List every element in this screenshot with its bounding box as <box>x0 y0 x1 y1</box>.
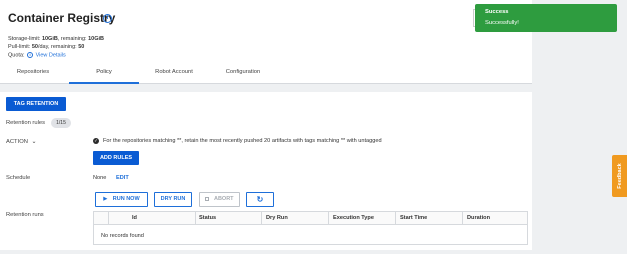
empty-state: No records found <box>101 233 144 239</box>
schedule-label: Schedule <box>6 175 31 181</box>
add-rules-button[interactable]: ADD RULES <box>93 151 139 165</box>
dry-run-button[interactable]: DRY RUN <box>154 192 192 207</box>
schedule-edit-link[interactable]: EDIT <box>116 175 129 181</box>
retention-rules-count: 1/15 <box>51 118 71 128</box>
toast-title: Success <box>485 9 509 15</box>
abort-button[interactable]: ABORT <box>199 192 240 207</box>
view-details-link[interactable]: View Details <box>36 52 66 58</box>
column-separator <box>395 212 396 224</box>
retention-runs-table: Id Status Dry Run Execution Type Start T… <box>93 211 528 245</box>
tag-retention-button[interactable]: TAG RETENTION <box>6 97 66 111</box>
pull-limit: Pull-limit: 50/day, remaining: 50 <box>8 44 85 50</box>
column-separator <box>108 212 109 224</box>
toast-message: Successfully! <box>485 20 519 26</box>
chevron-down-icon: ⌄ <box>31 139 37 145</box>
info-icon[interactable]: i <box>103 14 112 23</box>
column-separator <box>195 212 196 224</box>
page-title: Container Registry <box>8 11 116 25</box>
schedule-value: None <box>93 175 107 181</box>
column-id[interactable]: Id <box>132 215 137 221</box>
tab-robot-account[interactable]: Robot Account <box>150 69 198 84</box>
table-header: Id Status Dry Run Execution Type Start T… <box>94 212 527 225</box>
column-start-time[interactable]: Start Time <box>400 215 427 221</box>
tab-bar: Repositories Policy Robot Account Config… <box>0 65 532 84</box>
retention-rules-label: Retention rules <box>6 120 45 126</box>
retention-rule-text: For the repositories matching **, retain… <box>103 138 382 144</box>
tab-policy[interactable]: Policy <box>69 69 139 84</box>
success-toast[interactable]: Success Successfully! <box>475 4 617 32</box>
column-execution-type[interactable]: Execution Type <box>333 215 374 221</box>
column-separator <box>328 212 329 224</box>
tab-configuration[interactable]: Configuration <box>218 69 268 84</box>
column-dry-run[interactable]: Dry Run <box>266 215 288 221</box>
quota: Quota: i View Details <box>8 52 66 59</box>
stop-icon <box>205 196 210 201</box>
refresh-icon: ↻ <box>256 195 264 204</box>
column-separator <box>261 212 262 224</box>
check-circle-icon: ✓ <box>93 138 99 144</box>
run-now-button[interactable]: ▶ RUN NOW <box>95 192 148 207</box>
feedback-label: Feedback <box>616 163 623 189</box>
storage-limit: Storage-limit: 10GiB, remaining: 10GiB <box>8 36 105 42</box>
column-duration[interactable]: Duration <box>467 215 490 221</box>
quota-info-icon: i <box>27 52 34 58</box>
column-status[interactable]: Status <box>199 215 216 221</box>
retention-runs-label: Retention runs <box>6 212 44 218</box>
column-separator <box>462 212 463 224</box>
action-dropdown[interactable]: ACTION ⌄ <box>6 138 37 145</box>
refresh-button[interactable]: ↻ <box>246 192 274 207</box>
feedback-tab[interactable]: Feedback <box>612 155 627 197</box>
project-header: Container Registry i Storage-limit: 10Gi… <box>0 0 532 84</box>
tab-repositories[interactable]: Repositories <box>12 69 54 84</box>
play-icon: ▶ <box>103 196 108 202</box>
